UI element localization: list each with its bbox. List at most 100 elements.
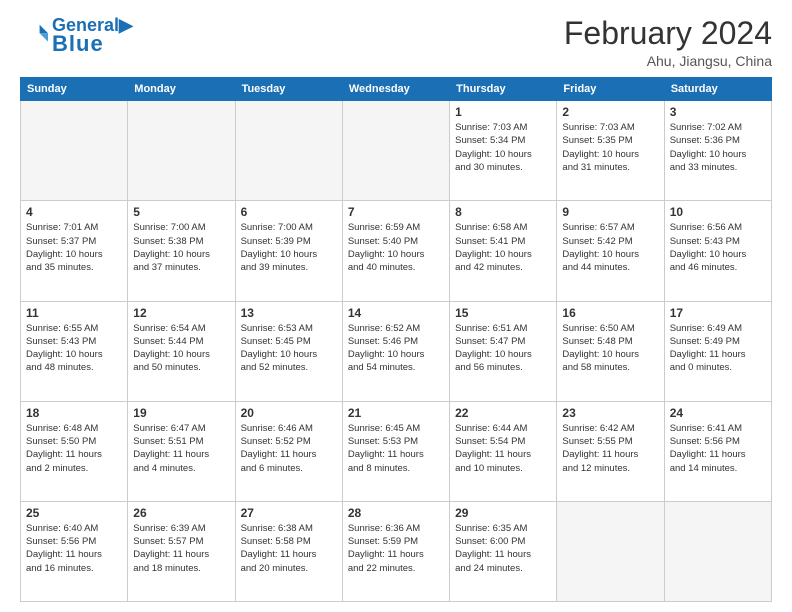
day-cell: [557, 501, 664, 601]
col-sunday: Sunday: [21, 78, 128, 101]
day-info: Sunrise: 6:40 AMSunset: 5:56 PMDaylight:…: [26, 522, 122, 575]
header: General▶ Blue February 2024 Ahu, Jiangsu…: [20, 16, 772, 69]
day-number: 15: [455, 306, 551, 320]
day-cell: 19 Sunrise: 6:47 AMSunset: 5:51 PMDayligh…: [128, 401, 235, 501]
day-number: 6: [241, 205, 337, 219]
day-cell: 22Sunrise: 6:44 AMSunset: 5:54 PMDayligh…: [450, 401, 557, 501]
day-number: 3: [670, 105, 766, 119]
day-cell: [235, 101, 342, 201]
day-number: 9: [562, 205, 658, 219]
day-number: 1: [455, 105, 551, 119]
day-number: 23: [562, 406, 658, 420]
day-info: Sunrise: 6:56 AMSunset: 5:43 PMDaylight:…: [670, 221, 766, 274]
day-info: Sunrise: 6:48 AMSunset: 5:50 PMDaylight:…: [26, 422, 122, 475]
calendar-header: Sunday Monday Tuesday Wednesday Thursday…: [21, 78, 772, 101]
day-number: 8: [455, 205, 551, 219]
day-info: Sunrise: 6:49 AMSunset: 5:49 PMDaylight:…: [670, 322, 766, 375]
day-info: Sunrise: 6:36 AMSunset: 5:59 PMDaylight:…: [348, 522, 444, 575]
day-cell: 18 Sunrise: 6:48 AMSunset: 5:50 PMDayligh…: [21, 401, 128, 501]
week-row-4: 18 Sunrise: 6:48 AMSunset: 5:50 PMDayligh…: [21, 401, 772, 501]
col-friday: Friday: [557, 78, 664, 101]
day-number: 16: [562, 306, 658, 320]
logo-text: General▶ Blue: [52, 16, 133, 56]
day-cell: 2 Sunrise: 7:03 AMSunset: 5:35 PMDaylight…: [557, 101, 664, 201]
day-cell: 28 Sunrise: 6:36 AMSunset: 5:59 PMDayligh…: [342, 501, 449, 601]
day-number: 26: [133, 506, 229, 520]
day-info: Sunrise: 7:02 AMSunset: 5:36 PMDaylight:…: [670, 121, 766, 174]
day-number: 25: [26, 506, 122, 520]
day-cell: [21, 101, 128, 201]
day-cell: 17 Sunrise: 6:49 AMSunset: 5:49 PMDayligh…: [664, 301, 771, 401]
day-info: Sunrise: 6:46 AMSunset: 5:52 PMDaylight:…: [241, 422, 337, 475]
day-cell: 20 Sunrise: 6:46 AMSunset: 5:52 PMDayligh…: [235, 401, 342, 501]
logo-icon: [20, 22, 48, 50]
day-number: 10: [670, 205, 766, 219]
day-info: Sunrise: 6:41 AMSunset: 5:56 PMDaylight:…: [670, 422, 766, 475]
day-number: 5: [133, 205, 229, 219]
day-cell: 21 Sunrise: 6:45 AMSunset: 5:53 PMDayligh…: [342, 401, 449, 501]
week-row-2: 4 Sunrise: 7:01 AMSunset: 5:37 PMDaylight…: [21, 201, 772, 301]
col-thursday: Thursday: [450, 78, 557, 101]
day-cell: 8 Sunrise: 6:58 AMSunset: 5:41 PMDaylight…: [450, 201, 557, 301]
day-cell: 11Sunrise: 6:55 AMSunset: 5:43 PMDayligh…: [21, 301, 128, 401]
day-cell: [128, 101, 235, 201]
day-cell: 1 Sunrise: 7:03 AMSunset: 5:34 PMDaylight…: [450, 101, 557, 201]
day-number: 12: [133, 306, 229, 320]
day-cell: 16Sunrise: 6:50 AMSunset: 5:48 PMDayligh…: [557, 301, 664, 401]
day-info: Sunrise: 6:54 AMSunset: 5:44 PMDaylight:…: [133, 322, 229, 375]
header-row: Sunday Monday Tuesday Wednesday Thursday…: [21, 78, 772, 101]
day-info: Sunrise: 7:03 AMSunset: 5:34 PMDaylight:…: [455, 121, 551, 174]
day-info: Sunrise: 6:39 AMSunset: 5:57 PMDaylight:…: [133, 522, 229, 575]
day-number: 24: [670, 406, 766, 420]
col-saturday: Saturday: [664, 78, 771, 101]
day-cell: 3 Sunrise: 7:02 AMSunset: 5:36 PMDaylight…: [664, 101, 771, 201]
day-cell: 9 Sunrise: 6:57 AMSunset: 5:42 PMDaylight…: [557, 201, 664, 301]
day-info: Sunrise: 6:57 AMSunset: 5:42 PMDaylight:…: [562, 221, 658, 274]
title-area: February 2024 Ahu, Jiangsu, China: [564, 16, 772, 69]
day-number: 21: [348, 406, 444, 420]
calendar-body: 1 Sunrise: 7:03 AMSunset: 5:34 PMDaylight…: [21, 101, 772, 602]
week-row-3: 11Sunrise: 6:55 AMSunset: 5:43 PMDayligh…: [21, 301, 772, 401]
col-tuesday: Tuesday: [235, 78, 342, 101]
week-row-5: 25 Sunrise: 6:40 AMSunset: 5:56 PMDayligh…: [21, 501, 772, 601]
day-info: Sunrise: 6:59 AMSunset: 5:40 PMDaylight:…: [348, 221, 444, 274]
day-cell: 13 Sunrise: 6:53 AMSunset: 5:45 PMDayligh…: [235, 301, 342, 401]
day-info: Sunrise: 6:44 AMSunset: 5:54 PMDaylight:…: [455, 422, 551, 475]
day-number: 20: [241, 406, 337, 420]
day-info: Sunrise: 6:38 AMSunset: 5:58 PMDaylight:…: [241, 522, 337, 575]
day-number: 27: [241, 506, 337, 520]
day-number: 13: [241, 306, 337, 320]
day-cell: 25 Sunrise: 6:40 AMSunset: 5:56 PMDayligh…: [21, 501, 128, 601]
day-number: 2: [562, 105, 658, 119]
day-number: 28: [348, 506, 444, 520]
day-number: 19: [133, 406, 229, 420]
day-cell: 29Sunrise: 6:35 AMSunset: 6:00 PMDayligh…: [450, 501, 557, 601]
day-number: 18: [26, 406, 122, 420]
day-info: Sunrise: 7:03 AMSunset: 5:35 PMDaylight:…: [562, 121, 658, 174]
subtitle: Ahu, Jiangsu, China: [564, 53, 772, 69]
day-cell: 6 Sunrise: 7:00 AMSunset: 5:39 PMDaylight…: [235, 201, 342, 301]
day-info: Sunrise: 6:53 AMSunset: 5:45 PMDaylight:…: [241, 322, 337, 375]
day-number: 14: [348, 306, 444, 320]
week-row-1: 1 Sunrise: 7:03 AMSunset: 5:34 PMDaylight…: [21, 101, 772, 201]
day-info: Sunrise: 6:51 AMSunset: 5:47 PMDaylight:…: [455, 322, 551, 375]
day-info: Sunrise: 7:01 AMSunset: 5:37 PMDaylight:…: [26, 221, 122, 274]
col-wednesday: Wednesday: [342, 78, 449, 101]
day-info: Sunrise: 6:35 AMSunset: 6:00 PMDaylight:…: [455, 522, 551, 575]
day-cell: 26 Sunrise: 6:39 AMSunset: 5:57 PMDayligh…: [128, 501, 235, 601]
day-info: Sunrise: 6:55 AMSunset: 5:43 PMDaylight:…: [26, 322, 122, 375]
day-info: Sunrise: 7:00 AMSunset: 5:39 PMDaylight:…: [241, 221, 337, 274]
day-number: 17: [670, 306, 766, 320]
day-number: 4: [26, 205, 122, 219]
day-cell: [342, 101, 449, 201]
day-info: Sunrise: 6:58 AMSunset: 5:41 PMDaylight:…: [455, 221, 551, 274]
day-cell: 10 Sunrise: 6:56 AMSunset: 5:43 PMDayligh…: [664, 201, 771, 301]
day-info: Sunrise: 6:52 AMSunset: 5:46 PMDaylight:…: [348, 322, 444, 375]
day-info: Sunrise: 6:45 AMSunset: 5:53 PMDaylight:…: [348, 422, 444, 475]
logo: General▶ Blue: [20, 16, 133, 56]
day-cell: 27 Sunrise: 6:38 AMSunset: 5:58 PMDayligh…: [235, 501, 342, 601]
day-cell: 5 Sunrise: 7:00 AMSunset: 5:38 PMDaylight…: [128, 201, 235, 301]
day-info: Sunrise: 7:00 AMSunset: 5:38 PMDaylight:…: [133, 221, 229, 274]
day-info: Sunrise: 6:47 AMSunset: 5:51 PMDaylight:…: [133, 422, 229, 475]
day-cell: 12 Sunrise: 6:54 AMSunset: 5:44 PMDayligh…: [128, 301, 235, 401]
